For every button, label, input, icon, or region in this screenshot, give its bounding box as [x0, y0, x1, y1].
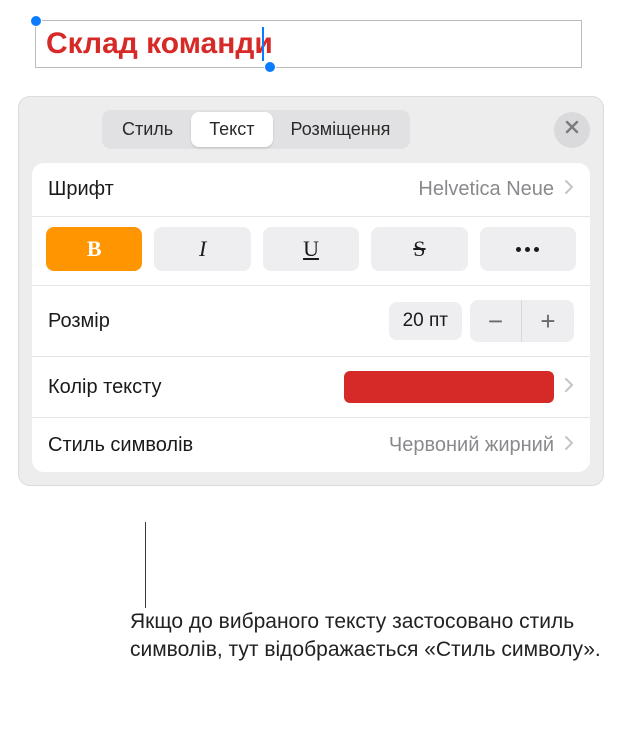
size-value[interactable]: 20 пт [389, 302, 462, 340]
size-decrease-button[interactable]: − [470, 300, 522, 342]
size-controls: 20 пт − + [389, 300, 574, 342]
callout-text: Якщо до вибраного тексту застосовано сти… [130, 608, 620, 665]
text-cursor [262, 27, 264, 61]
close-button[interactable] [554, 112, 590, 148]
character-style-label: Стиль символів [48, 434, 193, 457]
text-color-label: Колір тексту [48, 376, 162, 399]
tab-arrange[interactable]: Розміщення [273, 112, 409, 147]
character-style-value: Червоний жирний [389, 434, 554, 457]
tab-style[interactable]: Стиль [104, 112, 191, 147]
strikethrough-button[interactable]: S [371, 227, 467, 271]
text-color-swatch[interactable] [344, 371, 554, 403]
selected-text-box[interactable]: Склад команди [35, 20, 582, 68]
chevron-right-icon [564, 435, 574, 456]
chevron-right-icon [564, 377, 574, 398]
character-style-row[interactable]: Стиль символів Червоний жирний [32, 418, 590, 472]
text-color-row[interactable]: Колір тексту [32, 357, 590, 418]
size-row: Розмір 20 пт − + [32, 286, 590, 357]
canvas-area: Склад команди [0, 0, 622, 78]
text-format-row: B I U S [32, 217, 590, 286]
underline-button[interactable]: U [263, 227, 359, 271]
ellipsis-icon [516, 247, 539, 252]
tab-segmented-control: Стиль Текст Розміщення [102, 110, 410, 149]
size-label: Розмір [48, 310, 110, 333]
close-icon [565, 120, 579, 139]
tab-text[interactable]: Текст [191, 112, 272, 147]
panel-header: Стиль Текст Розміщення [18, 96, 604, 163]
italic-button[interactable]: I [154, 227, 250, 271]
font-value: Helvetica Neue [418, 178, 554, 201]
font-row[interactable]: Шрифт Helvetica Neue [32, 163, 590, 217]
text-box-content: Склад команди [46, 27, 273, 60]
chevron-right-icon [564, 179, 574, 200]
font-label: Шрифт [48, 178, 114, 201]
callout-line [145, 522, 146, 608]
selection-handle-top-left[interactable] [30, 15, 42, 27]
format-panel: Стиль Текст Розміщення Шрифт Helvetica N… [18, 96, 604, 486]
size-increase-button[interactable]: + [522, 300, 574, 342]
bold-button[interactable]: B [46, 227, 142, 271]
text-options-list: Шрифт Helvetica Neue B I U S Розмір 20 п… [32, 163, 590, 472]
selection-handle-bottom-right[interactable] [264, 61, 276, 73]
more-options-button[interactable] [480, 227, 576, 271]
size-stepper: − + [470, 300, 574, 342]
